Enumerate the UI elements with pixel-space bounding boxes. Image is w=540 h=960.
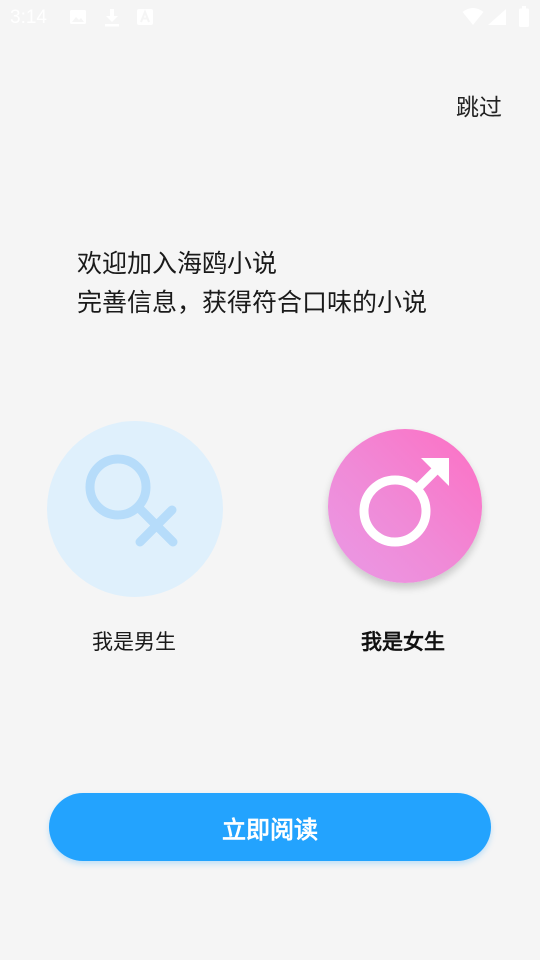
male-option-button[interactable]	[47, 421, 223, 597]
welcome-title: 欢迎加入海鸥小说	[77, 249, 278, 278]
battery-icon	[518, 6, 530, 32]
gender-select-screen: 3:14 跳过 欢迎加入海鸥小说 完善信息，获得符合口味的小说 我是男生 我是女…	[0, 0, 540, 960]
signal-icon	[487, 8, 507, 30]
download-notification-icon	[103, 8, 121, 32]
female-gender-icon	[355, 454, 455, 558]
welcome-subtitle: 完善信息，获得符合口味的小说	[77, 288, 428, 317]
wifi-icon	[462, 7, 484, 30]
app-notification-icon	[136, 8, 154, 30]
female-option-label[interactable]: 我是女生	[361, 626, 445, 656]
status-bar: 3:14	[0, 0, 540, 36]
image-notification-icon	[69, 8, 87, 30]
status-time: 3:14	[10, 7, 47, 28]
female-option-button[interactable]	[328, 429, 482, 583]
read-now-label: 立即阅读	[222, 815, 318, 844]
male-option-label[interactable]: 我是男生	[92, 626, 176, 656]
male-gender-icon	[80, 452, 190, 566]
skip-button[interactable]: 跳过	[456, 88, 502, 122]
read-now-button[interactable]: 立即阅读	[49, 793, 491, 861]
welcome-message: 欢迎加入海鸥小说 完善信息，获得符合口味的小说	[77, 244, 427, 322]
